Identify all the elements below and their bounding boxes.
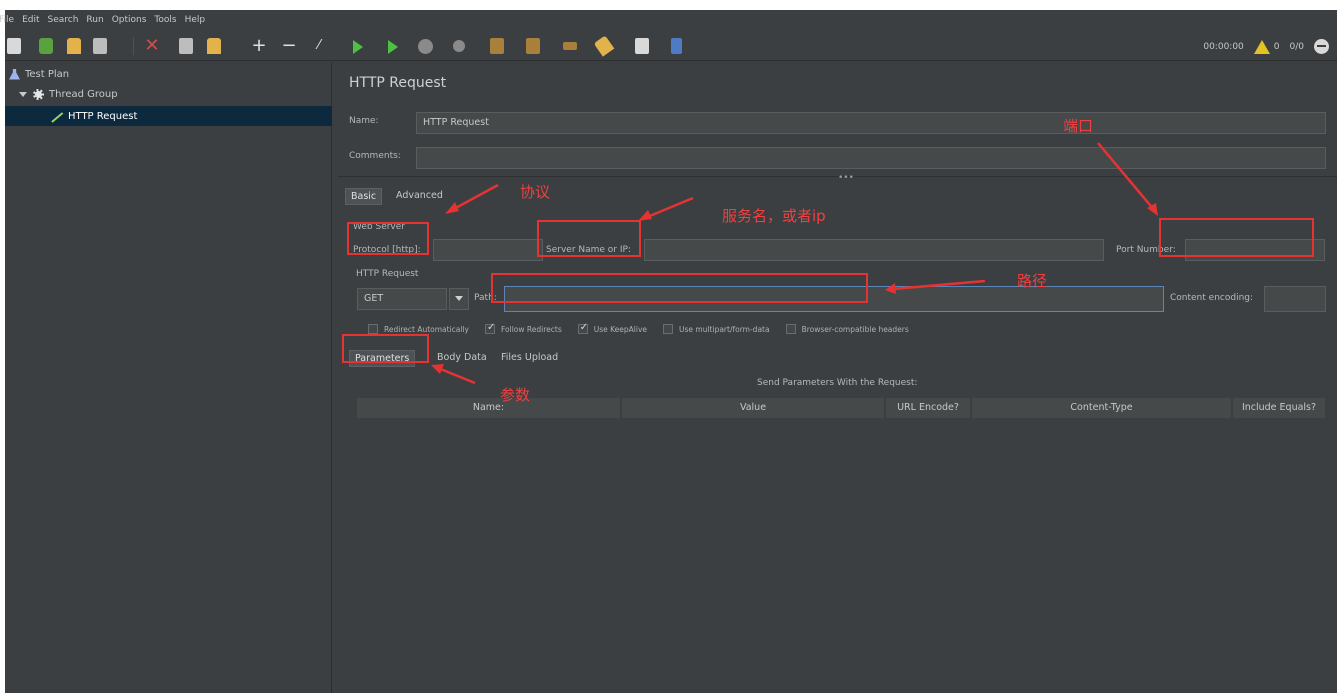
comments-field[interactable] — [416, 147, 1326, 169]
options-row: Redirect Automatically Follow Redirects … — [368, 322, 925, 334]
col-url-encode[interactable]: URL Encode? — [886, 398, 971, 418]
toolbar: ✕ + − ⁄ 00:00:00 0 0/0 — [5, 31, 1337, 61]
timer: 00:00:00 — [1203, 41, 1244, 52]
chevron-down-icon — [455, 296, 463, 301]
path-highlight-box — [491, 273, 868, 303]
save-icon[interactable] — [93, 38, 107, 54]
server-field[interactable] — [644, 239, 1104, 261]
menu-file[interactable]: File — [0, 15, 14, 25]
menu-bar: File Edit Search Run Options Tools Help — [0, 10, 1337, 30]
port-highlight-box — [1159, 218, 1314, 257]
menu-run[interactable]: Run — [86, 15, 103, 25]
reset-search-icon[interactable] — [593, 35, 615, 57]
col-value[interactable]: Value — [622, 398, 885, 418]
paste-icon[interactable] — [207, 38, 221, 54]
follow-redirects-checkbox[interactable] — [484, 322, 495, 334]
tab-advanced[interactable]: Advanced — [391, 188, 448, 203]
name-label: Name: — [349, 116, 379, 126]
gear-icon — [33, 88, 44, 100]
collapse-icon[interactable]: − — [281, 37, 297, 55]
browser-headers-checkbox[interactable] — [785, 324, 796, 334]
tree-label: Thread Group — [49, 88, 118, 100]
option-label: Follow Redirects — [500, 324, 562, 334]
splitter[interactable]: ••• — [338, 173, 1337, 183]
stop-icon[interactable] — [418, 39, 433, 54]
keepalive-checkbox[interactable] — [577, 322, 588, 334]
name-field[interactable]: HTTP Request — [416, 112, 1326, 134]
menu-edit[interactable]: Edit — [22, 15, 39, 25]
tree-item-test-plan[interactable]: Test Plan — [9, 64, 69, 84]
templates-icon[interactable] — [39, 38, 53, 54]
menu-search[interactable]: Search — [48, 15, 79, 25]
start-icon[interactable] — [353, 40, 363, 54]
annotation-port: 端口 — [1063, 117, 1094, 135]
multipart-checkbox[interactable] — [663, 324, 674, 334]
function-helper-icon[interactable] — [635, 38, 649, 54]
search-icon[interactable] — [563, 42, 577, 50]
option-label: Redirect Automatically — [384, 324, 469, 334]
toggle-icon[interactable]: ⁄ — [311, 38, 327, 54]
option-label: Browser-compatible headers — [801, 324, 909, 334]
content-encoding-field[interactable] — [1264, 286, 1326, 312]
col-name[interactable]: Name: — [357, 398, 621, 418]
status-area: 00:00:00 0 0/0 — [1203, 39, 1329, 54]
page-title: HTTP Request — [349, 75, 447, 91]
jmeter-window: File Edit Search Run Options Tools Help … — [0, 10, 1337, 693]
col-content-type[interactable]: Content-Type — [972, 398, 1232, 418]
annotation-protocol: 协议 — [520, 183, 551, 201]
menu-help[interactable]: Help — [185, 15, 206, 25]
clear-all-icon[interactable] — [526, 38, 540, 54]
protocol-field[interactable] — [433, 239, 543, 261]
test-plan-icon — [9, 68, 20, 80]
http-request-label: HTTP Request — [356, 269, 419, 279]
comments-label: Comments: — [349, 151, 401, 161]
warning-icon — [1253, 39, 1270, 54]
clear-icon[interactable] — [490, 38, 504, 54]
help-icon[interactable] — [671, 38, 682, 54]
tree-label: Test Plan — [25, 68, 70, 80]
sampler-pen-icon — [48, 109, 64, 123]
copy-icon[interactable] — [179, 38, 193, 54]
menu-options[interactable]: Options — [112, 15, 147, 25]
annotation-server: 服务名，或者ip — [722, 207, 826, 225]
protocol-highlight-box — [347, 222, 429, 255]
new-icon[interactable] — [7, 38, 21, 54]
annotation-params: 参数 — [500, 386, 531, 404]
redirect-auto-checkbox[interactable] — [368, 324, 378, 334]
method-dropdown-button[interactable] — [449, 288, 469, 310]
params-caption: Send Parameters With the Request: — [757, 378, 918, 388]
cut-icon[interactable]: ✕ — [144, 37, 160, 55]
annotation-path: 路径 — [1017, 272, 1048, 290]
sampler-editor: HTTP Request Name: HTTP Request Comments… — [338, 62, 1337, 693]
remote-icon[interactable] — [1314, 39, 1329, 54]
parameters-highlight-box — [342, 334, 429, 363]
warning-indicator[interactable]: 0 — [1253, 39, 1280, 54]
server-highlight-box — [537, 220, 641, 257]
warning-count: 0 — [1273, 41, 1280, 52]
window-top-strip — [0, 0, 1337, 10]
open-icon[interactable] — [67, 38, 81, 54]
start-no-pauses-icon[interactable] — [388, 40, 398, 54]
col-include-equals[interactable]: Include Equals? — [1233, 398, 1326, 418]
tree-item-thread-group[interactable]: Thread Group — [19, 84, 118, 104]
tree-label: HTTP Request — [68, 110, 138, 122]
tab-basic[interactable]: Basic — [345, 188, 383, 205]
menu-tools[interactable]: Tools — [154, 15, 176, 25]
expand-icon[interactable]: + — [251, 37, 267, 55]
chevron-down-icon[interactable] — [19, 91, 27, 97]
tree-item-http-request[interactable]: HTTP Request — [5, 106, 332, 126]
option-label: Use KeepAlive — [593, 324, 648, 334]
test-plan-tree: Test Plan Thread Group HTTP Request — [5, 62, 332, 693]
tab-body-data[interactable]: Body Data — [432, 350, 492, 365]
content-encoding-label: Content encoding: — [1170, 293, 1254, 303]
shutdown-icon[interactable] — [453, 40, 465, 52]
tab-files-upload[interactable]: Files Upload — [496, 350, 563, 365]
option-label: Use multipart/form-data — [679, 324, 770, 334]
thread-count: 0/0 — [1289, 41, 1304, 52]
method-select[interactable]: GET — [357, 288, 447, 310]
